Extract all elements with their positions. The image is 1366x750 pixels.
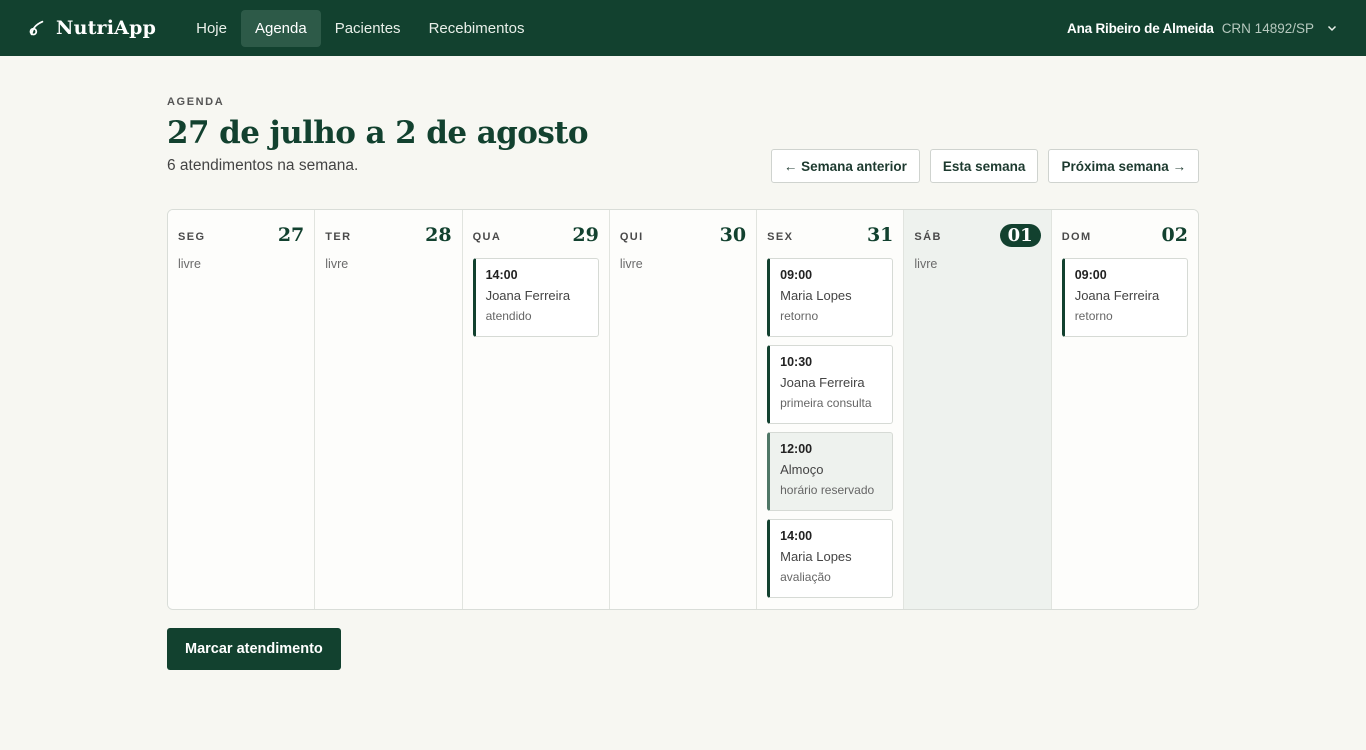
previous-week-button[interactable]: ← Semana anterior [770,149,920,183]
page-title: 27 de julho a 2 de agosto [167,115,589,151]
day-column-sáb[interactable]: SÁB 01 livre [904,210,1052,609]
free-slot-label: livre [178,257,201,271]
appointment-card[interactable]: 14:00 Maria Lopes avaliação [767,519,894,598]
top-bar: NutriApp Hoje Agenda Pacientes Recebimen… [0,0,1366,56]
day-number: 27 [277,224,305,246]
day-column-sex[interactable]: SEX 31 09:00 Maria Lopes retorno 10:30 Joana F… [757,210,905,609]
appointment-note: retorno [780,309,819,323]
appointment-patient: Joana Ferreira [485,288,571,303]
day-column-seg[interactable]: SEG 27 livre [168,210,316,609]
day-label: SEX [767,231,794,243]
user-crn: CRN 14892/SP [1221,20,1314,36]
day-column-qui[interactable]: QUI 30 livre [609,210,758,609]
next-week-button[interactable]: Próxima semana → [1048,149,1199,183]
this-week-button[interactable]: Esta semana [929,149,1039,183]
appointment-patient: Almoço [780,462,824,477]
appointment-note: avaliação [780,570,831,584]
day-number: 30 [719,224,747,246]
today-day-number: 01 [999,223,1041,247]
day-number: 28 [425,224,452,246]
appointment-patient: Joana Ferreira [780,375,865,390]
leaf-icon [29,20,44,36]
appointment-time: 12:00 [780,442,813,456]
appointment-time: 14:00 [780,529,813,543]
appointment-card[interactable]: 14:00 Joana Ferreira atendido [472,258,599,337]
day-label: SÁB [914,231,942,243]
week-calendar: SEG 27 livre TER 28 livre QUA 29 14:00 Joana Ferr… [167,209,1199,610]
nav-item-hoje[interactable]: Hoje [182,10,241,47]
nav-item-recebimentos[interactable]: Recebimentos [415,10,539,47]
day-header: TER 28 [325,222,451,248]
section-eyebrow: AGENDA [167,96,225,108]
appointment-note: retorno [1074,309,1113,323]
chevron-down-icon[interactable] [1326,22,1338,34]
day-label: QUA [472,231,502,243]
reserved-slot-card[interactable]: 12:00 Almoço horário reservado [767,432,894,511]
appointment-note: atendido [485,309,532,323]
appointment-time: 14:00 [485,268,518,282]
brand-name: NutriApp [56,17,157,39]
user-name: Ana Ribeiro de Almeida [1067,20,1214,36]
agenda-main: AGENDA 27 de julho a 2 de agosto 6 atend… [167,96,1199,670]
day-column-ter[interactable]: TER 28 livre [315,210,463,609]
appointment-card[interactable]: 09:00 Maria Lopes retorno [767,258,894,337]
week-navigation: ← Semana anterior Esta semana Próxima se… [770,149,1199,183]
appointment-time: 09:00 [1074,268,1107,282]
appointment-note: horário reservado [780,483,875,497]
user-menu[interactable]: Ana Ribeiro de Almeida CRN 14892/SP [1067,21,1338,36]
day-header: SEG 27 [178,222,304,248]
appointment-card[interactable]: 10:30 Joana Ferreira primeira consulta [767,345,894,424]
day-label: QUI [619,231,644,243]
day-header: SÁB 01 [914,222,1041,248]
day-column-qua[interactable]: QUA 29 14:00 Joana Ferreira atendido [462,210,610,609]
day-number: 29 [572,224,599,246]
schedule-appointment-button[interactable]: Marcar atendimento [167,628,341,670]
day-label: DOM [1061,231,1092,243]
appointment-note: primeira consulta [780,396,872,410]
appointment-patient: Maria Lopes [780,288,852,303]
free-slot-label: livre [914,257,938,271]
main-nav: Hoje Agenda Pacientes Recebimentos [182,9,539,47]
appointment-time: 10:30 [780,355,813,369]
nav-item-pacientes[interactable]: Pacientes [321,10,415,47]
day-header: QUI 30 [620,222,746,248]
day-header: SEX 31 [767,222,893,248]
day-number: 02 [1161,224,1188,246]
day-header: QUA 29 [473,222,599,248]
appointment-patient: Joana Ferreira [1074,288,1160,303]
day-column-dom[interactable]: DOM 02 09:00 Joana Ferreira retorno [1051,210,1198,609]
appointment-patient: Maria Lopes [780,549,852,564]
appointment-time: 09:00 [780,268,813,282]
appointment-card[interactable]: 09:00 Joana Ferreira retorno [1061,258,1188,337]
nav-item-agenda[interactable]: Agenda [240,9,321,47]
free-slot-label: livre [325,257,349,271]
day-label: SEG [178,231,206,243]
day-number: 31 [866,224,894,246]
day-header: DOM 02 [1062,222,1188,248]
day-label: TER [325,231,352,243]
brand[interactable]: NutriApp [28,17,156,39]
free-slot-label: livre [619,257,643,271]
